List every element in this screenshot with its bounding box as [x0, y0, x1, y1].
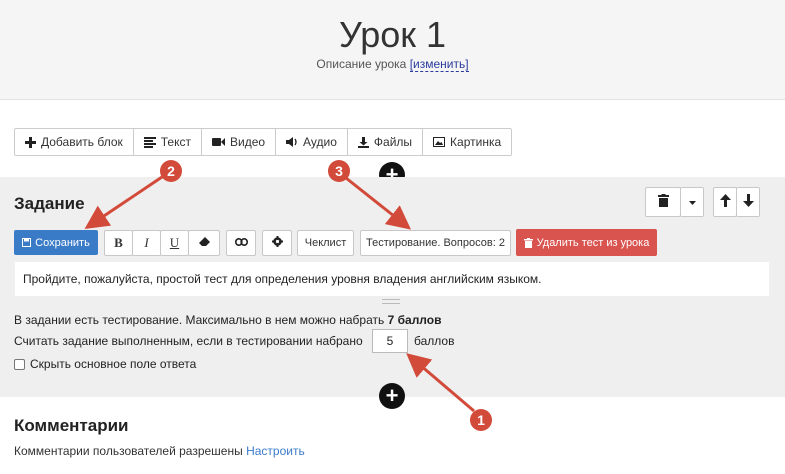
annotation-badge-2: 2 — [160, 160, 182, 182]
arrow-1 — [406, 353, 475, 413]
arrow-2 — [84, 175, 163, 230]
annotation-arrows — [84, 175, 475, 413]
annotation-badge-3: 3 — [328, 160, 350, 182]
annotation-badge-1: 1 — [470, 409, 492, 431]
arrow-3 — [345, 176, 412, 230]
